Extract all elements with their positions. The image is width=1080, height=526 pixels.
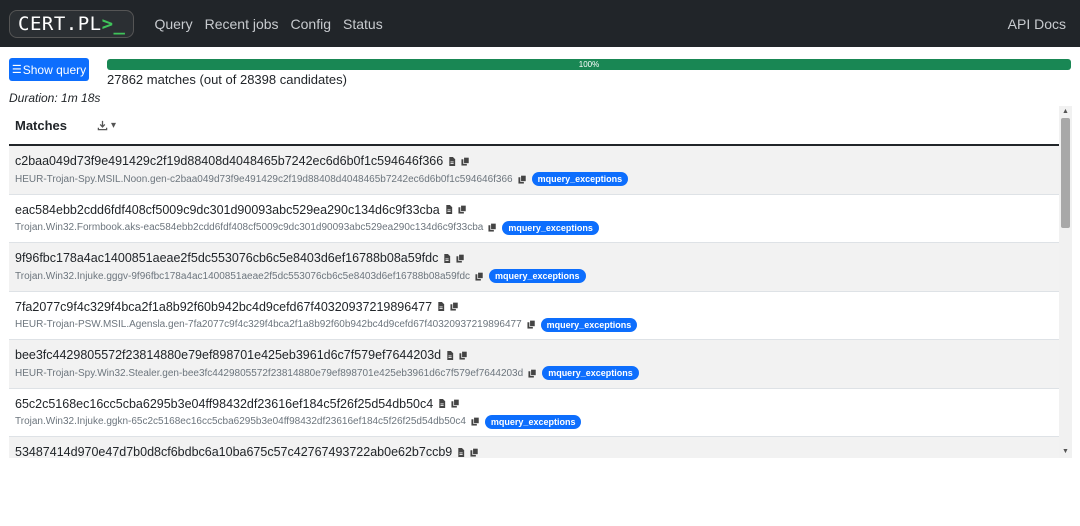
tag-badge[interactable]: mquery_exceptions (489, 269, 586, 283)
copy-icon[interactable] (518, 174, 527, 184)
logo-text: CERT.PL (18, 12, 102, 35)
copy-icon[interactable] (488, 223, 497, 232)
file-hash[interactable]: 9f96fbc178a4ac1400851aeae2f5dc553076cb6c… (15, 251, 438, 265)
file-download-icon[interactable] (438, 399, 446, 408)
file-hash[interactable]: 65c2c5168ec16cc5cba6295b3e04ff98432df236… (15, 397, 433, 411)
list-icon: ☰ (11, 64, 22, 76)
detection-line: Trojan.Win32.Injuke.ggkn-65c2c5168ec16cc… (15, 413, 1053, 431)
copy-icon[interactable] (450, 302, 459, 311)
copy-icon[interactable] (461, 156, 470, 166)
file-hash-line: 9f96fbc178a4ac1400851aeae2f5dc553076cb6c… (15, 249, 1053, 267)
nav-link-config[interactable]: Config (291, 16, 331, 32)
scrollbar-thumb[interactable] (1061, 118, 1070, 228)
copy-icon[interactable] (475, 271, 484, 281)
query-status: ☰ Show query 100% 27862 matches (out of … (0, 47, 1080, 106)
copy-icon[interactable] (528, 368, 537, 378)
file-hash-line: c2baa049d73f9e491429c2f19d88408d4048465b… (15, 152, 1053, 170)
file-download-icon[interactable] (437, 302, 445, 311)
file-hash-line: 53487414d970e47d7b0d8cf6bdbc6a10ba675c57… (15, 443, 1053, 458)
table-row: 7fa2077c9f4c329f4bca2f1a8b92f60b942bc4d9… (9, 292, 1059, 340)
scroll-down-arrow-icon[interactable]: ▼ (1059, 446, 1072, 458)
file-hash[interactable]: 7fa2077c9f4c329f4bca2f1a8b92f60b942bc4d9… (15, 300, 432, 314)
nav-link-status[interactable]: Status (343, 16, 383, 32)
nav-link-api-docs[interactable]: API Docs (1008, 16, 1066, 32)
file-download-icon[interactable] (445, 205, 453, 214)
cert-pl-logo[interactable]: CERT.PL >_ (9, 9, 135, 38)
table-row: bee3fc4429805572f23814880e79ef898701e425… (9, 340, 1059, 389)
file-hash[interactable]: 53487414d970e47d7b0d8cf6bdbc6a10ba675c57… (15, 445, 452, 458)
nav-link-query[interactable]: Query (154, 16, 192, 32)
file-hash-line: 7fa2077c9f4c329f4bca2f1a8b92f60b942bc4d9… (15, 298, 1053, 316)
file-download-icon[interactable] (448, 156, 456, 166)
progress-fill: 100% (107, 59, 1071, 70)
download-dropdown[interactable]: ▾ (97, 120, 116, 131)
copy-icon[interactable] (451, 399, 460, 408)
tag-badge[interactable]: mquery_exceptions (484, 414, 582, 429)
matches-table: Matches ▾ c2baa049d73f9e491429c2f19d8840… (9, 106, 1072, 458)
file-hash-line: 65c2c5168ec16cc5cba6295b3e04ff98432df236… (15, 395, 1053, 413)
table-header: Matches ▾ (9, 106, 1059, 146)
detection-line: Trojan.Win32.Injuke.gggv-9f96fbc178a4ac1… (15, 267, 1053, 285)
copy-icon[interactable] (470, 447, 479, 457)
file-download-icon[interactable] (443, 253, 451, 263)
file-hash-line: eac584ebb2cdd6fdf408cf5009c9dc301d90093a… (15, 201, 1053, 219)
tag-badge[interactable]: mquery_exceptions (540, 317, 638, 332)
file-hash[interactable]: c2baa049d73f9e491429c2f19d88408d4048465b… (15, 154, 443, 168)
copy-icon[interactable] (459, 350, 468, 360)
detection-line: HEUR-Trojan-PSW.MSIL.Agensla.gen-7fa2077… (15, 316, 1053, 334)
logo-prompt: >_ (101, 12, 126, 35)
file-hash[interactable]: bee3fc4429805572f23814880e79ef898701e425… (15, 348, 441, 362)
show-query-label: Show query (22, 62, 87, 77)
navbar: CERT.PL >_ Query Recent jobs Config Stat… (0, 0, 1080, 47)
detection-name: Trojan.Win32.Injuke.ggkn-65c2c5168ec16cc… (15, 416, 466, 427)
matches-table-body: Matches ▾ c2baa049d73f9e491429c2f19d8840… (9, 106, 1059, 458)
scroll-up-arrow-icon[interactable]: ▲ (1059, 106, 1072, 118)
detection-name: HEUR-Trojan-PSW.MSIL.Agensla.gen-7fa2077… (15, 319, 522, 330)
table-row: c2baa049d73f9e491429c2f19d88408d4048465b… (9, 146, 1059, 195)
copy-icon[interactable] (527, 320, 536, 329)
matches-header: Matches (15, 117, 68, 133)
detection-name: Trojan.Win32.Injuke.gggv-9f96fbc178a4ac1… (15, 270, 471, 282)
detection-name: HEUR-Trojan-Spy.MSIL.Noon.gen-c2baa049d7… (15, 173, 513, 185)
chevron-down-icon: ▾ (111, 119, 117, 131)
show-query-button[interactable]: ☰ Show query (9, 58, 89, 81)
detection-name: Trojan.Win32.Formbook.aks-eac584ebb2cdd6… (15, 222, 484, 233)
matches-summary: 27862 matches (out of 28398 candidates) (107, 72, 347, 87)
file-download-icon[interactable] (457, 447, 465, 457)
tag-badge[interactable]: mquery_exceptions (502, 220, 599, 235)
detection-line: HEUR-Trojan-Spy.MSIL.Noon.gen-c2baa049d7… (15, 170, 1053, 188)
table-row: eac584ebb2cdd6fdf408cf5009c9dc301d90093a… (9, 195, 1059, 243)
copy-icon[interactable] (471, 417, 480, 426)
tag-badge[interactable]: mquery_exceptions (531, 172, 629, 186)
nav-link-recent-jobs[interactable]: Recent jobs (205, 16, 279, 32)
table-scrollbar[interactable]: ▲ ▼ (1059, 106, 1072, 458)
duration-text: Duration: 1m 18s (9, 91, 101, 105)
copy-icon[interactable] (456, 253, 465, 263)
table-row: 53487414d970e47d7b0d8cf6bdbc6a10ba675c57… (9, 437, 1059, 458)
file-hash[interactable]: eac584ebb2cdd6fdf408cf5009c9dc301d90093a… (15, 203, 440, 217)
detection-name: HEUR-Trojan-Spy.Win32.Stealer.gen-bee3fc… (15, 367, 524, 379)
download-icon (97, 120, 108, 130)
table-row: 9f96fbc178a4ac1400851aeae2f5dc553076cb6c… (9, 243, 1059, 292)
table-row: 65c2c5168ec16cc5cba6295b3e04ff98432df236… (9, 389, 1059, 437)
progress-bar: 100% (107, 59, 1071, 70)
copy-icon[interactable] (458, 205, 467, 214)
detection-line: Trojan.Win32.Formbook.aks-eac584ebb2cdd6… (15, 219, 1053, 237)
tag-badge[interactable]: mquery_exceptions (542, 366, 639, 380)
file-download-icon[interactable] (446, 350, 454, 360)
detection-line: HEUR-Trojan-Spy.Win32.Stealer.gen-bee3fc… (15, 364, 1053, 382)
file-hash-line: bee3fc4429805572f23814880e79ef898701e425… (15, 346, 1053, 364)
